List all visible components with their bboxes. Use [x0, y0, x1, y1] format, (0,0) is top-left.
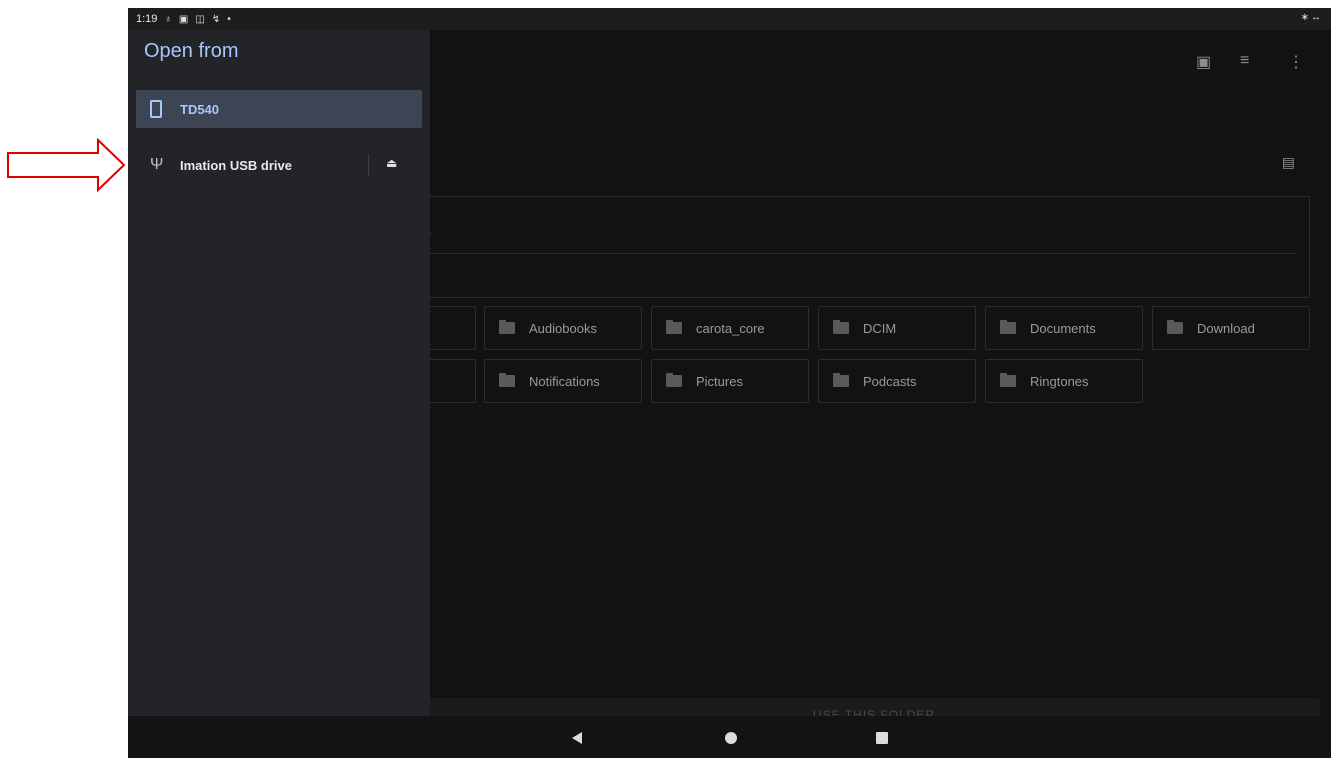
- folder-label: Documents: [1030, 320, 1096, 336]
- eject-icon[interactable]: ⏏: [386, 156, 397, 170]
- notification-icon-2: ▣: [178, 13, 189, 25]
- folder-label: Ringtones: [1030, 373, 1089, 389]
- notification-icon-3: ◫: [195, 13, 205, 25]
- drawer-item-label: TD540: [180, 101, 220, 117]
- folder-tile-audiobooks[interactable]: Audiobooks: [484, 306, 642, 350]
- status-right-icons: ∗↔: [1301, 12, 1323, 23]
- usb-notification-icon: ↯: [211, 13, 221, 25]
- sort-icon[interactable]: ≡: [1240, 52, 1249, 70]
- folder-label: Pictures: [696, 373, 743, 389]
- annotation-arrow-icon: [7, 138, 126, 193]
- dot-icon: •: [227, 13, 231, 25]
- status-bar: 1:19 ♁ ▣ ◫ ↯ • ∗↔: [128, 8, 1331, 30]
- phone-icon: [150, 100, 162, 118]
- path-divider: [419, 253, 1297, 254]
- connection-icon: ↔: [1311, 12, 1323, 23]
- home-icon[interactable]: [725, 732, 737, 744]
- bluetooth-icon: ∗: [1300, 12, 1311, 23]
- folder-tile-notifications[interactable]: Notifications: [484, 359, 642, 403]
- recent-apps-icon[interactable]: [876, 732, 888, 744]
- folder-tile-podcasts[interactable]: Podcasts: [818, 359, 976, 403]
- drawer-item-td540[interactable]: TD540: [136, 90, 422, 128]
- drawer-title: Open from: [144, 40, 239, 62]
- path-box: r: [418, 196, 1310, 298]
- folder-icon: [1167, 320, 1183, 334]
- folder-tile-documents[interactable]: Documents: [985, 306, 1143, 350]
- folder-label: Audiobooks: [529, 320, 597, 336]
- folder-icon: [666, 320, 682, 334]
- navigation-bar: [128, 716, 1331, 758]
- drawer-item-imation-usb-drive[interactable]: Ψ Imation USB drive ⏏: [136, 146, 422, 184]
- folder-icon: [833, 320, 849, 334]
- folder-icon: [666, 373, 682, 387]
- folder-label: Download: [1197, 320, 1255, 336]
- folder-label: DCIM: [863, 320, 897, 336]
- folder-icon: [833, 373, 849, 387]
- more-options-icon[interactable]: ⋮: [1288, 52, 1304, 72]
- folder-tile-carota-core[interactable]: carota_core: [651, 306, 809, 350]
- usb-icon: Ψ: [150, 156, 164, 173]
- folder-tile-pictures[interactable]: Pictures: [651, 359, 809, 403]
- device-screen: 1:19 ♁ ▣ ◫ ↯ • ∗↔ ▣ ≡ ⋮ ▤ r Audiobooks c…: [128, 8, 1331, 758]
- folder-tile-download[interactable]: Download: [1152, 306, 1310, 350]
- open-from-drawer: Open from TD540 Ψ Imation USB drive ⏏: [128, 30, 430, 716]
- folder-icon: [499, 373, 515, 387]
- status-time: 1:19: [136, 13, 158, 25]
- back-icon[interactable]: [572, 732, 582, 744]
- folder-tile-ringtones[interactable]: Ringtones: [985, 359, 1143, 403]
- folder-label: Notifications: [529, 373, 600, 389]
- folder-icon: [1000, 373, 1016, 387]
- folder-icon: [499, 320, 515, 334]
- new-folder-icon[interactable]: ▣: [1196, 52, 1211, 72]
- list-view-icon[interactable]: ▤: [1282, 154, 1295, 171]
- folder-label: Podcasts: [863, 373, 917, 389]
- folder-icon: [1000, 320, 1016, 334]
- folder-tile-dcim[interactable]: DCIM: [818, 306, 976, 350]
- item-divider: [368, 154, 369, 176]
- folder-label: carota_core: [696, 320, 765, 336]
- notification-icon-1: ♁: [164, 13, 172, 25]
- drawer-item-label: Imation USB drive: [180, 157, 292, 173]
